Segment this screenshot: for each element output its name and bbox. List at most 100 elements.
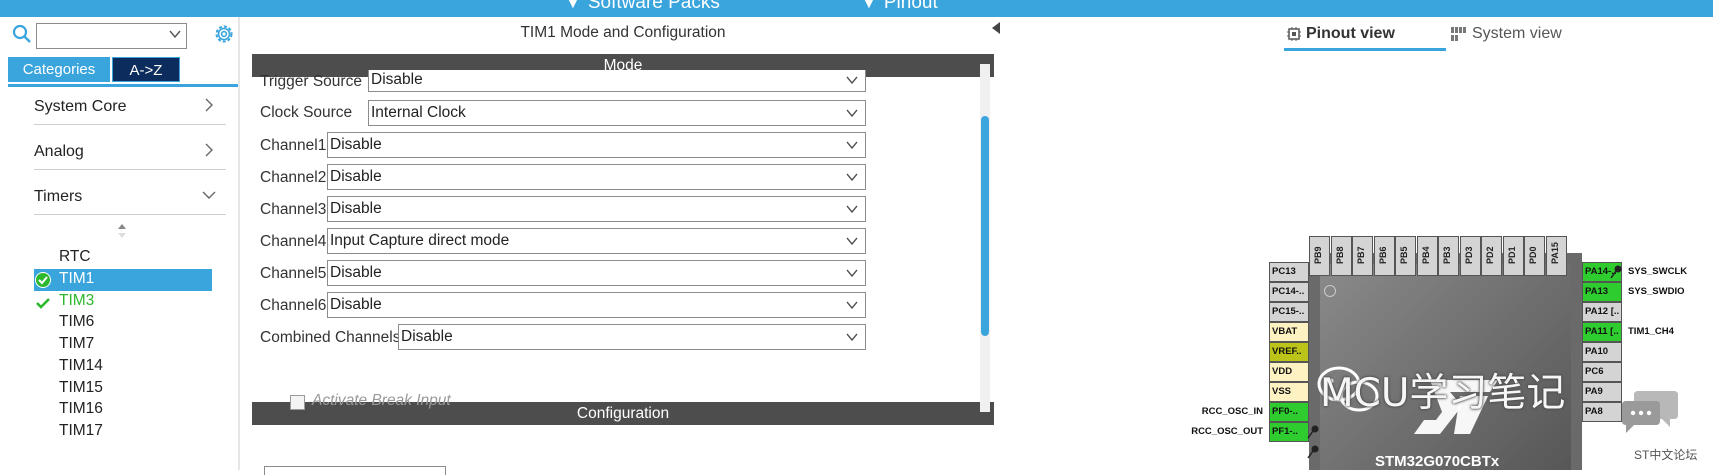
pin-right-6[interactable]: PA9 [1582,382,1622,402]
config-field-partial[interactable] [264,466,446,475]
clock-source-label: Clock Source [260,104,353,121]
pin-top-pb3[interactable]: PB3 [1438,236,1459,276]
pin-left-8[interactable]: PF1-.. [1269,422,1309,442]
tab-system-view[interactable]: System view [1451,25,1562,43]
timer-item-tim16[interactable]: TIM16 [59,400,103,418]
pin-name: PB9 [1313,246,1323,264]
pin-right-5[interactable]: PC6 [1582,362,1622,382]
chip-icon [1287,27,1301,41]
category-label: System Core [34,98,127,115]
pin-right-4[interactable]: PA10 [1582,342,1622,362]
timer-item-rtc[interactable]: RTC [59,248,91,266]
pin-left-5[interactable]: VDD [1269,362,1309,382]
pushpin-icon [1307,445,1319,459]
pin-right-2[interactable]: PA12 [.. [1582,302,1622,322]
check-icon [36,298,50,309]
chevron-down-icon [846,301,858,310]
pin-top-pb7[interactable]: PB7 [1352,236,1373,276]
pin-right-3[interactable]: PA11 [.. [1582,322,1622,342]
chevron-down-icon [846,141,858,150]
trigger-source-select[interactable]: Disable [368,70,866,92]
activate-break-input-checkbox[interactable] [290,395,305,410]
pin-left-1[interactable]: PC14-.. [1269,282,1309,302]
search-icon[interactable] [11,23,33,45]
chevron-right-icon [205,98,213,112]
timer-item-tim6[interactable]: TIM6 [59,313,94,331]
collapse-panel-icon[interactable] [990,20,1000,48]
pin-name: PB8 [1334,246,1345,264]
channel4-value: Input Capture direct mode [330,232,510,249]
clock-source-select[interactable]: Internal Clock [368,100,866,126]
pin-left-3[interactable]: VBAT [1269,322,1309,342]
timer-item-tim7[interactable]: TIM7 [59,335,94,353]
pin-right-7[interactable]: PA8 [1582,402,1622,422]
tab-a-to-z[interactable]: A->Z [112,57,180,82]
pin-top-pd3[interactable]: PD3 [1459,236,1481,276]
pin-left-0[interactable]: PC13 [1269,262,1309,282]
clock-source-value: Internal Clock [371,104,466,121]
category-analog[interactable]: Analog [34,137,226,170]
channel6-value: Disable [330,296,382,313]
channel1-select[interactable]: Disable [327,132,866,158]
pinout-menu[interactable]: ▼ Pinout [862,0,938,14]
tab-categories[interactable]: Categories [8,57,110,82]
pin-right-1[interactable]: PA13 [1582,282,1622,302]
pinout-label: Pinout [883,0,938,13]
left-panel: Categories A->Z System Core Analog Timer… [0,17,240,470]
category-timers[interactable]: Timers [34,182,226,215]
pin-top-pb5[interactable]: PB5 [1395,236,1416,276]
chevron-down-icon[interactable] [168,27,182,41]
sort-icon[interactable] [116,223,128,239]
pin-left-7[interactable]: PF0-.. [1269,402,1309,422]
chevron-down-icon [846,237,858,246]
pin-name: PB5 [1399,246,1409,264]
pin-top-pd1[interactable]: PD1 [1502,236,1524,276]
pin-name: PD2 [1485,246,1495,264]
st-forum-label: ST中文论坛 [1634,448,1698,462]
pin-signal-label: RCC_OSC_OUT [1191,426,1263,437]
timer-item-tim17[interactable]: TIM17 [59,422,103,440]
channel2-select[interactable]: Disable [327,164,866,190]
chat-bubble-icon [1622,391,1678,433]
chevron-down-icon [846,269,858,278]
pin-signal-label: SYS_SWDIO [1628,286,1685,297]
combined-channels-select[interactable]: Disable [398,324,866,350]
channel5-value: Disable [330,264,382,281]
channel3-value: Disable [330,200,382,217]
pin-top-pb6[interactable]: PB6 [1373,236,1395,276]
category-system-core[interactable]: System Core [34,92,226,125]
software-packs-label: Software Packs [587,0,720,13]
timer-item-tim15[interactable]: TIM15 [59,379,103,397]
pin-top-pd0[interactable]: PD0 [1524,236,1545,276]
chip-part-number: STM32G070CBTx [1375,453,1500,470]
timer-item-tim3[interactable]: TIM3 [59,292,94,310]
mode-scrollbar-thumb[interactable] [981,116,989,336]
channel6-select[interactable]: Disable [327,292,866,318]
gear-icon[interactable] [212,22,236,46]
pin-top-pa15[interactable]: PA15 [1545,236,1567,276]
pin-name: PD3 [1463,246,1474,264]
pin-top-pb9[interactable]: PB9 [1309,236,1330,276]
pin-top-pd2[interactable]: PD2 [1481,236,1502,276]
tab-pinout-view[interactable]: Pinout view [1287,25,1395,43]
channel4-select[interactable]: Input Capture direct mode [327,228,866,254]
search-input[interactable] [36,23,187,49]
pin-top-pb8[interactable]: PB8 [1330,236,1352,276]
channel5-select[interactable]: Disable [327,260,866,286]
pin-left-2[interactable]: PC15-.. [1269,302,1309,322]
pin-top-pb4[interactable]: PB4 [1416,236,1438,276]
channel3-label: Channel3 [260,201,327,218]
channel3-select[interactable]: Disable [327,196,866,222]
software-packs-menu[interactable]: ▼ Software Packs [566,0,720,14]
system-view-label: System view [1472,25,1562,42]
panel-divider[interactable] [238,17,240,470]
channel4-label: Channel4 [260,233,327,250]
pin-signal-label: RCC_OSC_IN [1201,406,1263,417]
pin-left-6[interactable]: VSS [1269,382,1309,402]
timer-item-tim1[interactable]: TIM1 [59,270,94,288]
pin-left-4[interactable]: VREF.. [1269,342,1309,362]
chevron-down-icon [202,191,216,199]
chevron-down-icon [846,205,858,214]
channel2-label: Channel2 [260,169,327,186]
timer-item-tim14[interactable]: TIM14 [59,357,103,375]
